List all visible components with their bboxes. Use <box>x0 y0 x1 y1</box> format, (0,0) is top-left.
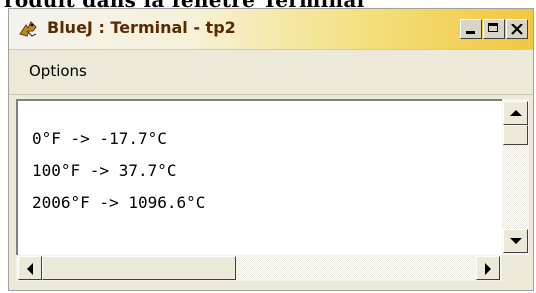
close-icon <box>511 24 523 35</box>
terminal-output[interactable]: 0°F -> -17.7°C 100°F -> 37.7°C 2006°F ->… <box>16 99 502 255</box>
menu-options[interactable]: Options <box>29 62 87 80</box>
vertical-scrollbar[interactable] <box>502 99 529 255</box>
scrollbar-corner <box>502 255 529 281</box>
scroll-down-button[interactable] <box>503 229 528 253</box>
title-bar[interactable]: BlueJ : Terminal - tp2 <box>9 9 533 50</box>
page: roduit dans la fenêtre Terminal BlueJ : … <box>0 0 536 293</box>
menu-bar: Options <box>9 50 533 95</box>
arrow-left-icon <box>27 263 33 275</box>
bluej-bird-icon[interactable] <box>17 19 39 39</box>
maximize-button[interactable] <box>483 19 505 39</box>
minimize-button[interactable] <box>460 19 482 39</box>
arrow-up-icon <box>510 110 522 116</box>
horizontal-scroll-thumb[interactable] <box>42 256 236 280</box>
output-lines: 0°F -> -17.7°C 100°F -> 37.7°C 2006°F ->… <box>32 123 205 219</box>
output-line: 0°F -> -17.7°C <box>32 129 167 148</box>
output-line: 2006°F -> 1096.6°C <box>32 193 206 212</box>
close-button[interactable] <box>506 19 528 39</box>
terminal-window: BlueJ : Terminal - tp2 Options 0°F -> -1… <box>8 8 534 291</box>
horizontal-scrollbar[interactable] <box>16 255 502 281</box>
output-line: 100°F -> 37.7°C <box>32 161 177 180</box>
scroll-left-button[interactable] <box>18 256 42 280</box>
window-title: BlueJ : Terminal - tp2 <box>47 18 236 37</box>
vertical-scroll-thumb[interactable] <box>503 125 528 145</box>
scroll-up-button[interactable] <box>503 101 528 125</box>
scroll-right-button[interactable] <box>476 256 500 280</box>
arrow-right-icon <box>485 263 491 275</box>
arrow-down-icon <box>510 238 522 244</box>
